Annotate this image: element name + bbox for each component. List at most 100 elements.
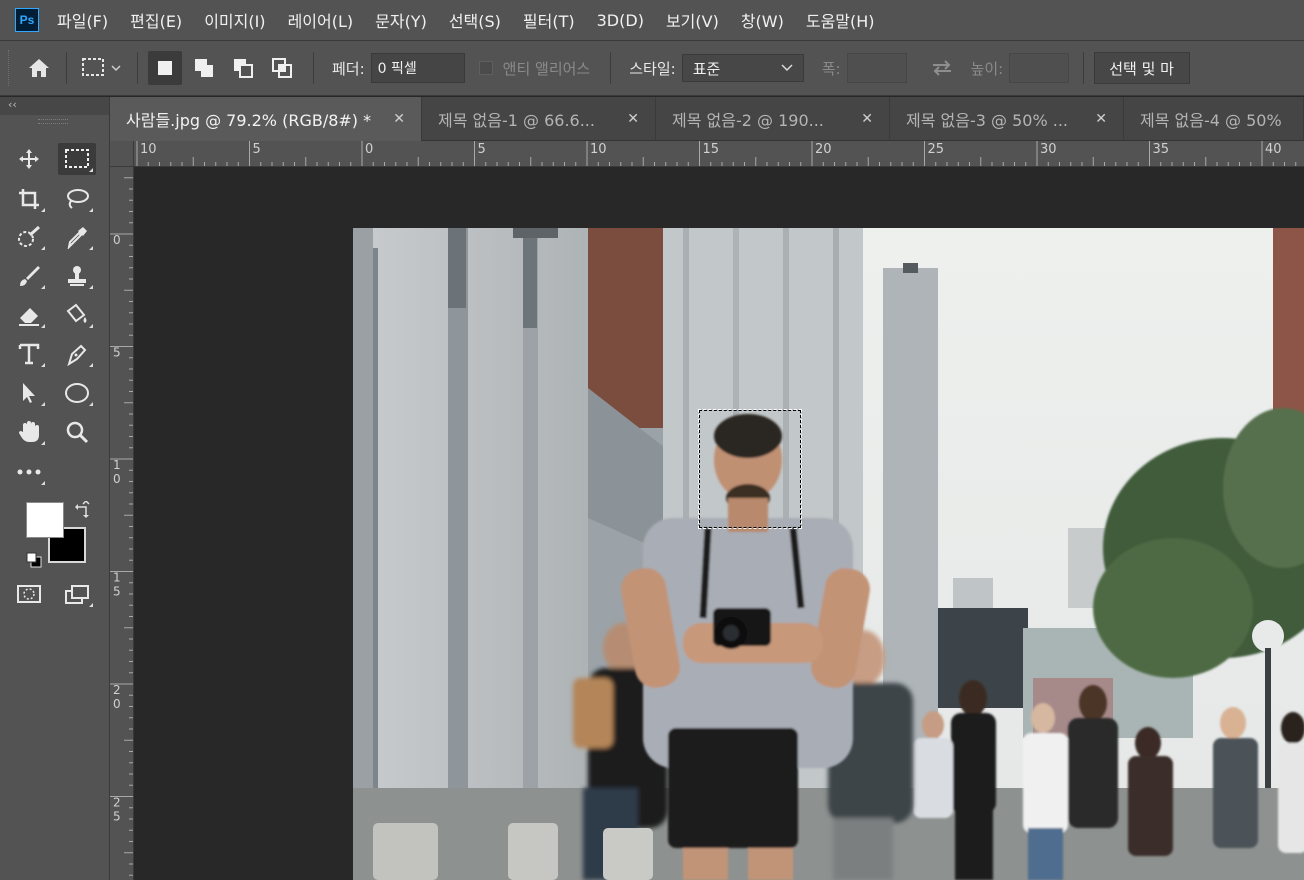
ruler-label: 40 [1265, 142, 1282, 157]
horizontal-ruler[interactable]: 10 5 0 5 10 15 20 25 30 35 40 [134, 141, 1304, 167]
tool-preset-picker[interactable] [77, 51, 127, 85]
eraser-icon [19, 308, 39, 326]
paint-bucket-tool[interactable] [58, 299, 96, 331]
crop-icon [19, 189, 39, 209]
select-and-mask-button[interactable]: 선택 및 마 [1094, 52, 1191, 84]
antialias-checkbox[interactable] [478, 61, 493, 75]
menu-layer[interactable]: 레이어(L) [288, 8, 354, 32]
ruler-origin[interactable] [110, 141, 134, 167]
rectangular-marquee-icon [82, 58, 121, 76]
options-grip[interactable] [8, 50, 10, 86]
tools-panel: ‹‹ [0, 97, 110, 880]
vertical-ruler[interactable]: 0510152025 [110, 167, 134, 880]
ruler-label: 0 [113, 697, 121, 711]
menu-edit[interactable]: 편집(E) [130, 8, 182, 32]
rectangular-marquee-tool[interactable] [58, 143, 96, 175]
eyedropper-tool[interactable] [58, 221, 96, 253]
antialias-label: 앤티 앨리어스 [502, 59, 591, 78]
new-selection-button[interactable] [148, 51, 182, 85]
ruler-label: 10 [590, 142, 607, 157]
menu-3d[interactable]: 3D(D) [597, 11, 644, 30]
menu-select[interactable]: 선택(S) [449, 8, 501, 32]
close-icon[interactable]: ✕ [393, 111, 405, 127]
intersect-selection-icon [272, 58, 292, 78]
edit-toolbar-button[interactable] [10, 456, 48, 488]
intersect-selection-button[interactable] [265, 51, 299, 85]
feather-label: 페더: [332, 59, 365, 78]
ruler-label: 10 [140, 142, 157, 157]
swap-width-height-button[interactable] [925, 51, 959, 85]
menu-file[interactable]: 파일(F) [57, 8, 108, 32]
tab-label: 제목 없음-2 @ 190... [672, 111, 824, 130]
style-select-value: 표준 [692, 59, 721, 78]
close-icon[interactable]: ✕ [1095, 111, 1107, 127]
add-to-selection-button[interactable] [187, 51, 221, 85]
crop-tool[interactable] [10, 183, 48, 215]
ruler-label: 1 [113, 571, 121, 585]
width-input[interactable] [846, 53, 907, 83]
subtract-from-selection-button[interactable] [226, 51, 260, 85]
feather-input[interactable]: 0 픽셀 [370, 53, 465, 83]
swap-colors-icon[interactable] [74, 501, 92, 519]
street-photo-illustration [353, 228, 1304, 880]
photoshop-logo-icon: Ps [15, 8, 39, 32]
screen-mode-button[interactable] [58, 578, 96, 610]
move-icon [19, 149, 39, 169]
type-icon [18, 343, 40, 365]
ruler-label: 1 [113, 458, 121, 472]
ruler-label: 25 [928, 142, 945, 157]
menu-window[interactable]: 창(W) [741, 8, 784, 32]
document-image[interactable] [353, 228, 1304, 880]
canvas-area[interactable] [134, 167, 1304, 880]
eraser-tool[interactable] [10, 299, 48, 331]
hand-tool[interactable] [10, 416, 48, 448]
quick-selection-tool[interactable] [10, 221, 48, 253]
quick-mask-icon [17, 585, 41, 603]
tab-document[interactable]: 제목 없음-4 @ 50% [1124, 97, 1304, 141]
ruler-label: 2 [113, 683, 121, 697]
path-selection-tool[interactable] [10, 377, 48, 409]
tab-label: 제목 없음-1 @ 66.6... [438, 111, 595, 130]
panel-grip[interactable] [38, 119, 68, 124]
pen-icon [67, 344, 87, 366]
quick-selection-icon [18, 225, 40, 247]
tab-document[interactable]: 제목 없음-1 @ 66.6... ✕ [422, 97, 656, 141]
pen-tool[interactable] [58, 338, 96, 370]
menu-view[interactable]: 보기(V) [666, 8, 719, 32]
width-label: 폭: [821, 59, 841, 78]
tab-document-active[interactable]: 사람들.jpg @ 79.2% (RGB/8#) * ✕ [110, 97, 422, 141]
close-icon[interactable]: ✕ [627, 111, 639, 127]
brush-tool[interactable] [10, 260, 48, 292]
move-tool[interactable] [10, 143, 48, 175]
document-tabs: 사람들.jpg @ 79.2% (RGB/8#) * ✕ 제목 없음-1 @ 6… [110, 97, 1304, 141]
tab-document[interactable]: 제목 없음-2 @ 190... ✕ [656, 97, 890, 141]
menu-image[interactable]: 이미지(I) [204, 8, 265, 32]
height-input[interactable] [1009, 53, 1070, 83]
arrow-cursor-icon [23, 383, 35, 403]
ellipse-icon [65, 383, 89, 403]
menu-type[interactable]: 문자(Y) [375, 8, 427, 32]
quick-mask-button[interactable] [10, 578, 48, 610]
menu-help[interactable]: 도움말(H) [806, 8, 875, 32]
zoom-icon [66, 421, 89, 444]
type-tool[interactable] [10, 338, 48, 370]
ruler-label: 5 [253, 142, 261, 157]
lasso-tool[interactable] [58, 183, 96, 215]
ruler-label: 5 [478, 142, 486, 157]
clone-stamp-tool[interactable] [58, 260, 96, 292]
close-icon[interactable]: ✕ [861, 111, 873, 127]
selection-marquee[interactable] [698, 409, 802, 529]
menu-filter[interactable]: 필터(T) [523, 8, 575, 32]
default-colors-icon[interactable] [26, 552, 42, 568]
ruler-label: 15 [703, 142, 720, 157]
panel-collapse-button[interactable]: ‹‹ [0, 97, 109, 115]
zoom-tool[interactable] [58, 416, 96, 448]
horizontal-ruler-ticks: 10 5 0 5 10 15 20 25 30 35 40 [136, 141, 1297, 166]
new-selection-icon [158, 61, 172, 75]
ellipse-tool[interactable] [58, 377, 96, 409]
home-button[interactable] [22, 51, 56, 85]
ruler-label: 30 [1040, 142, 1057, 157]
foreground-color-swatch[interactable] [26, 502, 64, 538]
style-select[interactable]: 표준 [681, 54, 804, 82]
tab-document[interactable]: 제목 없음-3 @ 50% ... ✕ [890, 97, 1124, 141]
